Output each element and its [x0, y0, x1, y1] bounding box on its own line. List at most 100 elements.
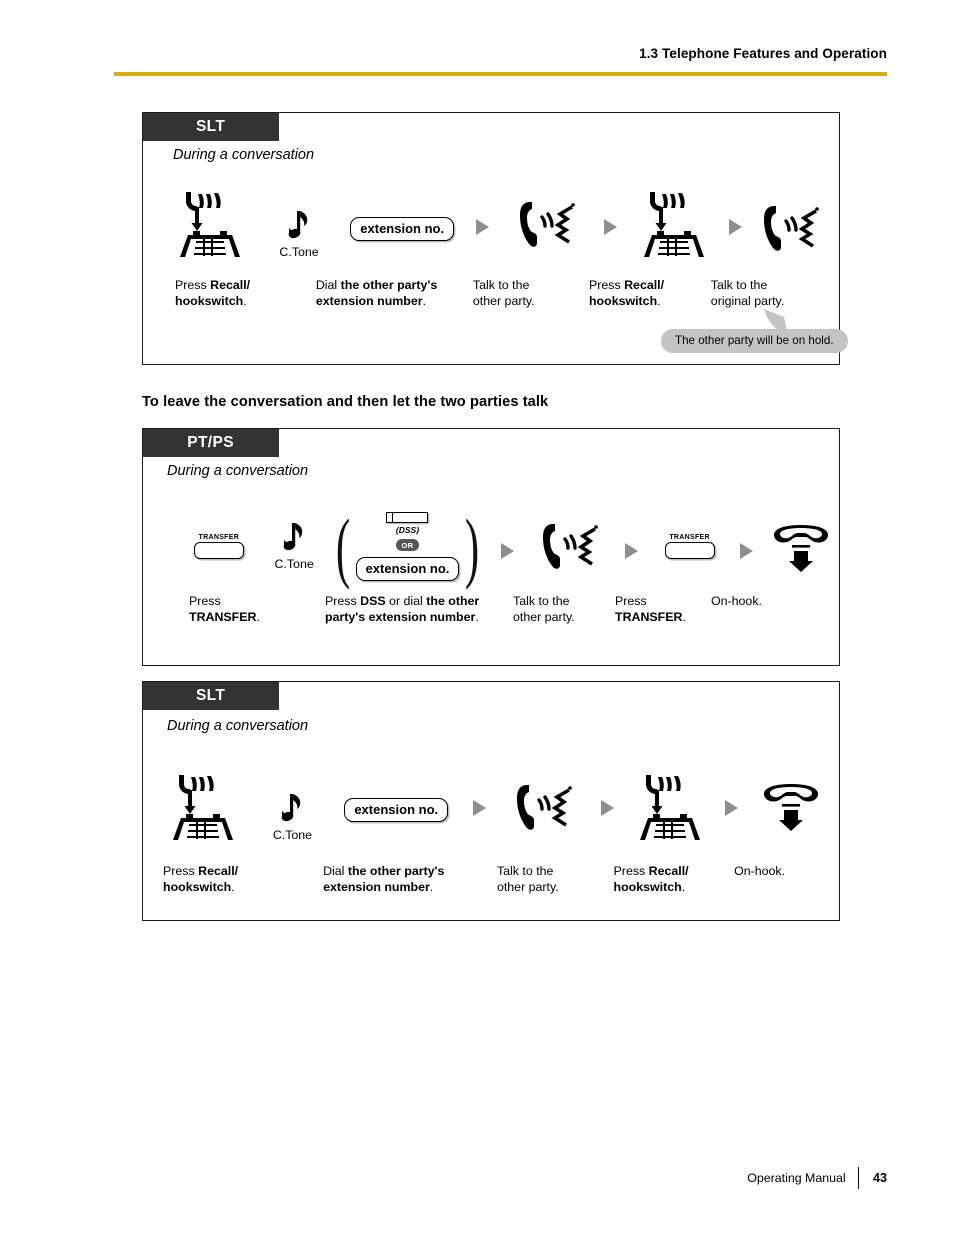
on-hook-icon: [764, 784, 819, 831]
state-label-slt-1: During a conversation: [173, 147, 315, 163]
caption-strong: Recall/: [624, 278, 665, 292]
steps-row-slt-2: C.Tone extension no.: [157, 762, 829, 842]
box-tab-ptps: PT/PS: [142, 428, 279, 457]
captions-row-ptps: Press TRANSFER. Press DSS or dial the oth…: [189, 594, 839, 625]
caption-line-2: original party.: [710, 293, 785, 308]
caption-step-1: Press Recall/hookswitch.: [163, 864, 323, 895]
flow-arrow: [461, 219, 506, 259]
step-recall-hookswitch[interactable]: [633, 189, 716, 259]
caption-line-1: On-hook.: [734, 864, 786, 878]
flow-arrow: [588, 219, 633, 259]
caption-strong-2: the other: [426, 594, 480, 608]
caption-strong: Recall/: [210, 278, 251, 292]
step-dial-extension[interactable]: extension no.: [336, 798, 456, 842]
box-tab-label: SLT: [195, 686, 226, 704]
caption-step-5: Talk to the original party.: [711, 278, 825, 309]
transfer-key-label: TRANSFER: [198, 534, 240, 541]
c-tone-label: C.Tone: [272, 828, 313, 842]
flow-arrow: [709, 800, 753, 842]
c-tone-icon: [282, 794, 301, 822]
transfer-key[interactable]: [664, 542, 715, 559]
step-dial-extension[interactable]: extension no.: [344, 217, 461, 259]
box-tab-label: SLT: [195, 117, 226, 135]
step-on-hook: [753, 784, 829, 842]
caption-strong-2: hookswitch: [613, 879, 682, 894]
step-recall-hookswitch[interactable]: [165, 189, 254, 259]
triangle-right-icon: [600, 800, 614, 816]
step-confirmation-tone: C.Tone: [248, 792, 336, 842]
caption-tail: .: [256, 609, 260, 624]
talk-icon: [517, 785, 572, 830]
caption-step-4: Press TRANSFER.: [615, 594, 711, 625]
extension-no-pill[interactable]: extension no.: [344, 798, 449, 822]
box-tab-slt-1: SLT: [142, 112, 279, 141]
page-footer: Operating Manual 43: [747, 1167, 887, 1189]
recall-hookswitch-icon: [643, 192, 704, 257]
caption-tail: .: [429, 879, 434, 894]
step-dss-or-extension[interactable]: ( (DSS) OR extension no. ): [330, 507, 486, 585]
step-talk-original-party: [756, 201, 825, 259]
flow-arrow: [584, 800, 630, 842]
caption-line-2: other party.: [513, 609, 575, 624]
talk-icon: [543, 524, 598, 569]
recall-hookswitch-icon: [179, 192, 240, 257]
caption-tail: .: [422, 293, 427, 308]
or-badge: OR: [396, 539, 419, 551]
dss-key[interactable]: [386, 512, 429, 523]
extension-no-pill[interactable]: extension no.: [350, 217, 455, 241]
transfer-key[interactable]: [193, 542, 244, 559]
triangle-right-icon: [729, 219, 743, 235]
caption-strong: TRANSFER: [189, 609, 257, 624]
caption-step-3: Talk to the other party.: [513, 594, 615, 625]
caption-step-3: Talk to the other party.: [497, 864, 614, 895]
caption-lead: Press: [163, 864, 199, 878]
flow-arrow: [715, 219, 756, 259]
steps-row-slt-1: C.Tone extension no.: [165, 181, 825, 259]
flow-arrow: [456, 800, 504, 842]
triangle-right-icon: [740, 543, 754, 559]
step-recall-hookswitch[interactable]: [630, 772, 709, 842]
triangle-right-icon: [501, 543, 515, 559]
caption-step-2: Press DSS or dial the other party's exten…: [325, 594, 513, 625]
box-tab-slt-2: SLT: [142, 681, 279, 710]
recall-hookswitch-icon: [172, 775, 233, 840]
caption-strong-3: party's extension number: [325, 609, 476, 624]
c-tone-icon: [283, 523, 303, 551]
caption-lead: Press: [613, 864, 649, 878]
extension-no-pill[interactable]: extension no.: [355, 557, 460, 581]
captions-row-slt-2: Press Recall/hookswitch. Dial the other …: [163, 864, 823, 895]
on-hook-icon: [774, 525, 829, 572]
caption-step-5: On-hook.: [734, 864, 823, 895]
caption-tail: .: [243, 293, 247, 308]
flow-box-slt-transfer: SLT During a conversation C.Tone extensi…: [142, 681, 840, 921]
caption-step-4: Press Recall/hookswitch.: [589, 278, 711, 309]
triangle-right-icon: [724, 800, 738, 816]
state-label-slt-2: During a conversation: [167, 718, 309, 734]
caption-strong: TRANSFER: [615, 609, 683, 624]
state-label-ptps: During a conversation: [167, 463, 309, 479]
steps-row-ptps: TRANSFER C.Tone ((DSS) OR extension no.…: [179, 501, 835, 585]
c-tone-label: C.Tone: [279, 245, 319, 259]
c-tone-icon: [288, 211, 308, 239]
step-confirmation-tone: C.Tone: [259, 521, 330, 581]
talk-icon: [763, 206, 819, 251]
caption-lead: Press: [325, 594, 361, 608]
step-recall-hookswitch[interactable]: [157, 772, 248, 842]
step-confirmation-tone: C.Tone: [254, 209, 343, 259]
caption-line-1: Talk to the: [710, 278, 768, 292]
c-tone-label: C.Tone: [274, 557, 314, 571]
transfer-key-label: TRANSFER: [669, 534, 710, 541]
box-tab-label: PT/PS: [187, 433, 234, 451]
step-talk-other-party: [504, 780, 585, 842]
triangle-right-icon: [625, 543, 639, 559]
header-gold-rule: [114, 72, 887, 76]
caption-step-1: Press TRANSFER.: [189, 594, 325, 625]
step-press-transfer[interactable]: TRANSFER: [653, 534, 726, 581]
caption-strong: DSS: [360, 594, 386, 608]
caption-strong-2: extension number: [315, 293, 423, 308]
caption-line-1: Press: [189, 594, 221, 608]
caption-step-3: Talk to the other party.: [473, 278, 589, 309]
flow-arrow: [726, 543, 768, 581]
footer-manual-label: Operating Manual: [747, 1171, 846, 1185]
step-press-transfer[interactable]: TRANSFER: [179, 534, 259, 581]
